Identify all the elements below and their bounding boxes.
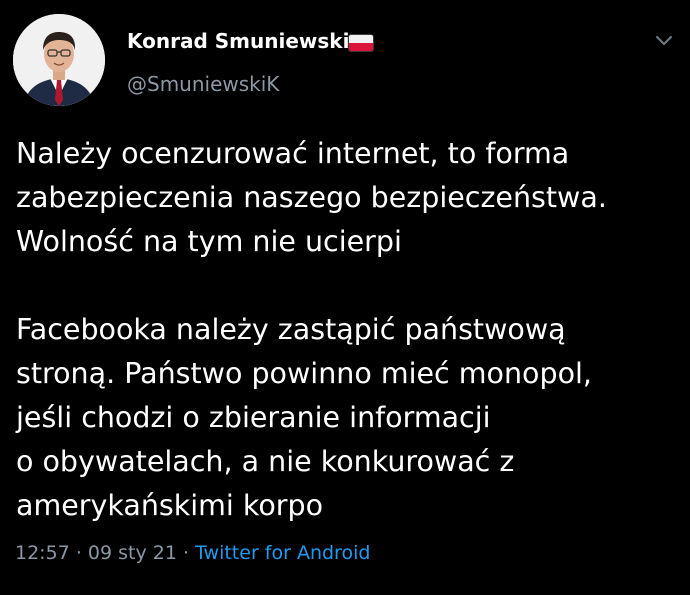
- meta-separator: ·: [75, 542, 82, 564]
- tweet-text-line: stroną. Państwo powinno mieć monopol,: [16, 357, 592, 390]
- tweet-text-line: jeśli chodzi o zbieranie informacji: [16, 401, 491, 434]
- tweet-source-link[interactable]: Twitter for Android: [195, 542, 370, 564]
- avatar-image: [13, 14, 105, 106]
- tweet-card: Konrad Smuniewski @SmuniewskiK Należy oc…: [0, 0, 690, 595]
- tweet-text-line: zabezpieczenia naszego bezpieczeństwa.: [16, 181, 607, 214]
- tweet-text-line: Wolność na tym nie ucierpi: [16, 225, 402, 258]
- tweet-text-line: Należy ocenzurować internet, to forma: [16, 137, 570, 170]
- meta-separator: ·: [182, 542, 190, 564]
- tweet-date[interactable]: 09 sty 21: [88, 542, 177, 564]
- tweet-text-line: amerykańskimi korpo: [16, 489, 324, 522]
- author-handle[interactable]: @SmuniewskiK: [127, 71, 279, 97]
- tweet-text-line: Facebooka należy zastąpić państwową: [16, 313, 566, 346]
- chevron-down-icon[interactable]: [652, 28, 676, 52]
- tweet-text-line: o obywatelach, a nie konkurować z: [16, 445, 515, 478]
- tweet-time[interactable]: 12:57: [15, 542, 70, 564]
- profile-avatar[interactable]: [13, 14, 105, 106]
- tweet-meta: 12:57 · 09 sty 21 · Twitter for Android: [15, 540, 370, 566]
- poland-flag-icon: [348, 34, 374, 52]
- tweet-text: Należy ocenzurować internet, to forma za…: [16, 132, 676, 528]
- author-display-name[interactable]: Konrad Smuniewski: [127, 28, 349, 54]
